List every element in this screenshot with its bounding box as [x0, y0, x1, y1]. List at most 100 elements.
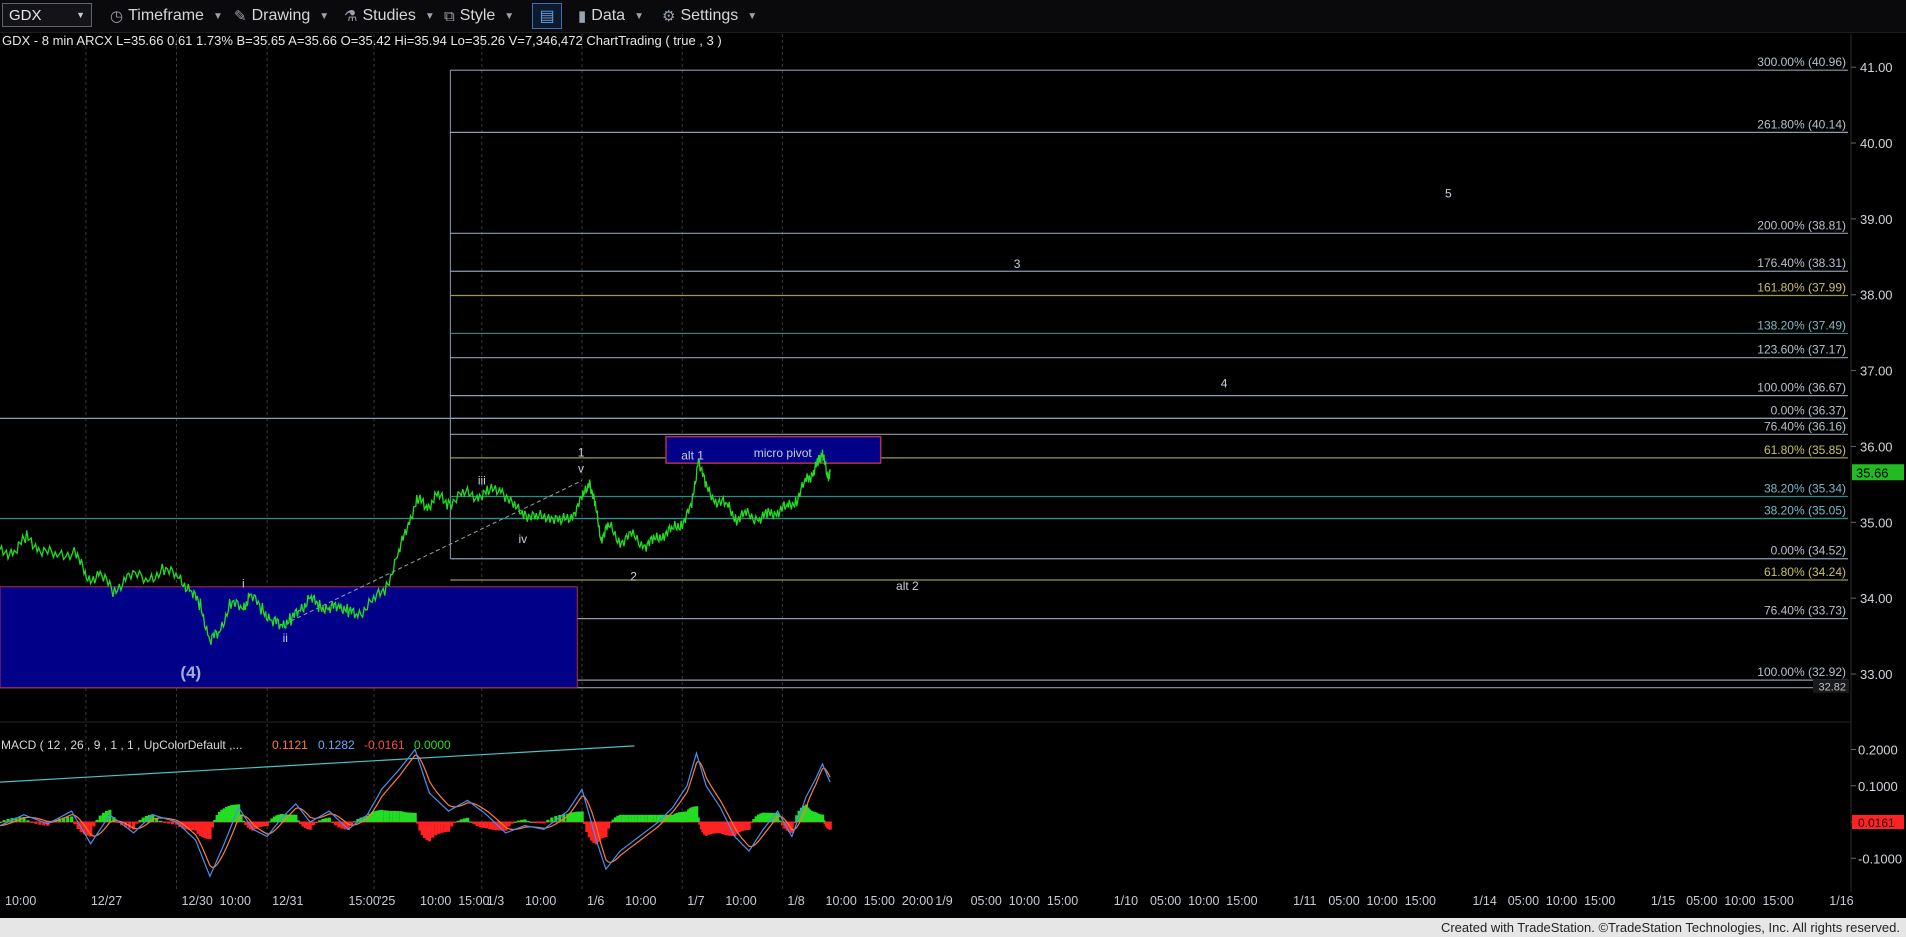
macd-histogram-bar: [171, 822, 175, 825]
price-tick-label: 39.00: [1860, 212, 1893, 227]
settings-menu[interactable]: ⚙ Settings ▼: [662, 4, 757, 28]
wave-label: 2: [630, 570, 637, 584]
time-tick-label: 05:00: [1508, 894, 1539, 908]
macd-histogram-bar: [318, 820, 322, 822]
chevron-down-icon: ▼: [319, 10, 330, 22]
macd-histogram-bar: [30, 822, 34, 823]
timeframe-menu[interactable]: ◷ Timeframe ▼: [110, 4, 223, 28]
macd-histogram-bar: [337, 822, 341, 828]
macd-tick-label: 0.1000: [1858, 779, 1898, 794]
fib-level-label: 100.00% (36.67): [1757, 381, 1846, 395]
macd-histogram-bar: [485, 822, 489, 829]
time-tick-label: '25: [379, 894, 395, 908]
wave-label: iii: [478, 473, 486, 487]
macd-header: MACD ( 12 , 26 , 9 , 1 , 1 , UpColorDefa…: [1, 738, 242, 752]
settings-label: Settings: [680, 7, 739, 24]
macd-histogram-bar: [453, 822, 457, 824]
time-tick-label: 20:00: [902, 894, 933, 908]
macd-histogram-bar: [327, 817, 331, 822]
macd-histogram-bar: [95, 819, 99, 822]
macd-histogram-bar: [431, 822, 435, 838]
macd-histogram-bar: [308, 822, 312, 830]
fib-level-label: 0.00% (36.37): [1771, 403, 1846, 417]
macd-histogram-bar: [101, 812, 106, 822]
macd-histogram-bar: [434, 822, 438, 836]
price-tick-label: 34.00: [1860, 591, 1893, 606]
macd-histogram-bar: [472, 822, 476, 825]
macd-value-4: 0.0000: [414, 738, 451, 752]
fib-level-label: 61.80% (35.85): [1764, 443, 1846, 457]
macd-histogram-bar: [529, 821, 533, 823]
macd-histogram-bar: [427, 822, 432, 842]
macd-histogram-bar: [210, 822, 214, 828]
time-tick-label: 15:00: [348, 894, 379, 908]
macd-histogram-bar: [653, 814, 657, 822]
macd-histogram-bar: [349, 822, 354, 825]
bar-chart-icon: ▮: [578, 8, 587, 25]
chart-canvas[interactable]: 300.00% (40.96) 261.80% (40.14) 200.00% (3…: [0, 33, 1906, 918]
macd-histogram-bar: [640, 814, 645, 822]
macd-histogram-bar: [98, 815, 102, 822]
data-label: Data: [591, 7, 626, 24]
extra-price-label: 32.82: [1818, 682, 1846, 694]
drawing-menu[interactable]: ✎ Drawing ▼: [234, 4, 329, 28]
macd-signal-line: [0, 754, 831, 869]
fib-level-label: 61.80% (34.24): [1764, 565, 1846, 579]
macd-histogram-bar: [550, 817, 554, 822]
time-tick-label: 10:00: [420, 894, 451, 908]
time-tick-label: 10:00: [220, 894, 251, 908]
time-tick-label: 1/16: [1829, 894, 1853, 908]
time-tick-label: 1/9: [935, 894, 952, 908]
macd-histogram-bar: [539, 822, 543, 824]
macd-histogram-bar: [440, 822, 444, 833]
wave-label: i: [242, 577, 245, 591]
time-tick-label: 15:00: [1226, 894, 1257, 908]
macd-histogram-bar: [475, 822, 479, 827]
wave-label: 5: [1445, 187, 1452, 201]
fib-level-label: 123.60% (37.17): [1757, 343, 1846, 357]
macd-histogram-bar: [38, 822, 42, 825]
clock-icon: ◷: [110, 8, 124, 25]
price-tick-label: 38.00: [1860, 288, 1893, 303]
style-menu[interactable]: ⧉ Style ▼: [444, 4, 514, 28]
data-menu[interactable]: ▮ Data ▼: [578, 4, 644, 28]
macd-histogram-bar: [380, 809, 384, 822]
macd-histogram-bar: [70, 816, 74, 822]
price-tick-label: 41.00: [1860, 60, 1893, 75]
time-tick-label: 1/14: [1472, 894, 1496, 908]
time-tick-label: 10:00: [1367, 894, 1398, 908]
support-box: [0, 586, 578, 689]
layout-button[interactable]: ▤: [532, 3, 562, 29]
macd-histogram-bar: [314, 822, 319, 823]
wave-label: 4: [1221, 376, 1228, 390]
macd-histogram-bar: [265, 822, 269, 826]
macd-histogram-bar: [135, 822, 139, 824]
price-tick-label: 36.00: [1860, 439, 1893, 454]
time-tick-label: 10:00: [525, 894, 556, 908]
studies-menu[interactable]: ⚗ Studies ▼: [344, 4, 435, 28]
toolbar: GDX ▼ ◷ Timeframe ▼ ✎ Drawing ▼ ⚗ Studie…: [0, 0, 1906, 33]
chevron-down-icon: ▼: [634, 10, 644, 22]
time-tick-label: 10:00: [1009, 894, 1040, 908]
macd-histogram-bar: [625, 814, 629, 822]
time-tick-label: 05:00: [971, 894, 1002, 908]
macd-histogram-bar: [389, 810, 393, 822]
macd-histogram-bar: [478, 822, 482, 828]
macd-histogram-bar: [644, 814, 648, 822]
macd-histogram-bar: [532, 822, 537, 823]
drawing-label: Drawing: [251, 7, 311, 24]
wave-label: (4): [180, 663, 201, 682]
price-tick-label: 37.00: [1860, 364, 1893, 379]
chart-style-icon: ⧉: [444, 7, 455, 25]
macd-histogram-bar: [396, 811, 400, 822]
macd-histogram-bar: [650, 814, 654, 822]
macd-histogram-bar: [446, 822, 451, 832]
macd-histogram-bar: [383, 810, 387, 822]
symbol-selector[interactable]: GDX ▼: [2, 3, 92, 27]
fib-level-label: 76.40% (36.16): [1764, 419, 1846, 433]
pencil-icon: ✎: [234, 8, 247, 25]
price-tick-label: 33.00: [1860, 667, 1893, 682]
time-tick-label: 12/27: [91, 894, 122, 908]
macd-histogram-bar: [138, 819, 142, 822]
macd-panel: MACD ( 12 , 26 , 9 , 1 , 1 , UpColorDefa…: [0, 738, 1904, 878]
